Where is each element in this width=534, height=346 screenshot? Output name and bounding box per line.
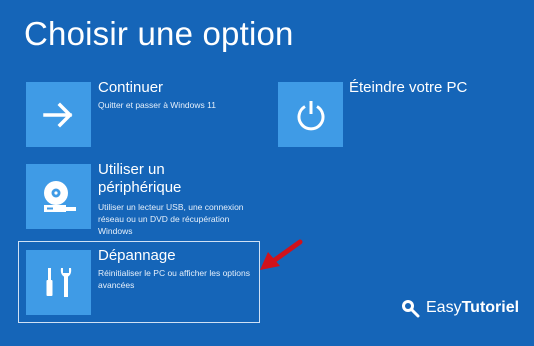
disc-drive-icon [43, 180, 76, 212]
brand-logo-icon [402, 300, 420, 318]
brand-name: EasyTutoriel [426, 299, 519, 317]
annotation-arrow-icon [260, 239, 303, 270]
option-continue[interactable]: Continuer Quitter et passer à Windows 11 [18, 79, 258, 152]
option-description: Quitter et passer à Windows 11 [98, 100, 216, 110]
tools-icon [46, 267, 71, 297]
option-shutdown[interactable]: Éteindre votre PC [270, 79, 510, 152]
option-title: Utiliser un périphérique [98, 161, 182, 196]
brand-watermark: EasyTutoriel [400, 298, 519, 318]
troubleshoot-tile[interactable] [26, 250, 91, 315]
use-device-tile[interactable] [26, 164, 91, 229]
power-icon [297, 100, 324, 130]
option-title: Dépannage [98, 247, 176, 264]
arrow-right-icon [42, 102, 72, 127]
continue-tile[interactable] [26, 82, 91, 147]
option-title: Continuer [98, 79, 164, 96]
option-troubleshoot[interactable]: Dépannage Réinitialiser le PC ou affiche… [18, 241, 260, 323]
option-description: Utiliser un lecteur USB, une connexion r… [98, 202, 244, 236]
option-description: Réinitialiser le PC ou afficher les opti… [98, 268, 250, 290]
brand-suffix: Tutoriel [461, 299, 520, 316]
page-title: Choisir une option [24, 15, 294, 52]
option-use-device[interactable]: Utiliser un périphérique Utiliser un lec… [18, 161, 258, 236]
brand-prefix: Easy [426, 299, 462, 316]
shutdown-tile[interactable] [278, 82, 343, 147]
option-title: Éteindre votre PC [349, 79, 468, 96]
